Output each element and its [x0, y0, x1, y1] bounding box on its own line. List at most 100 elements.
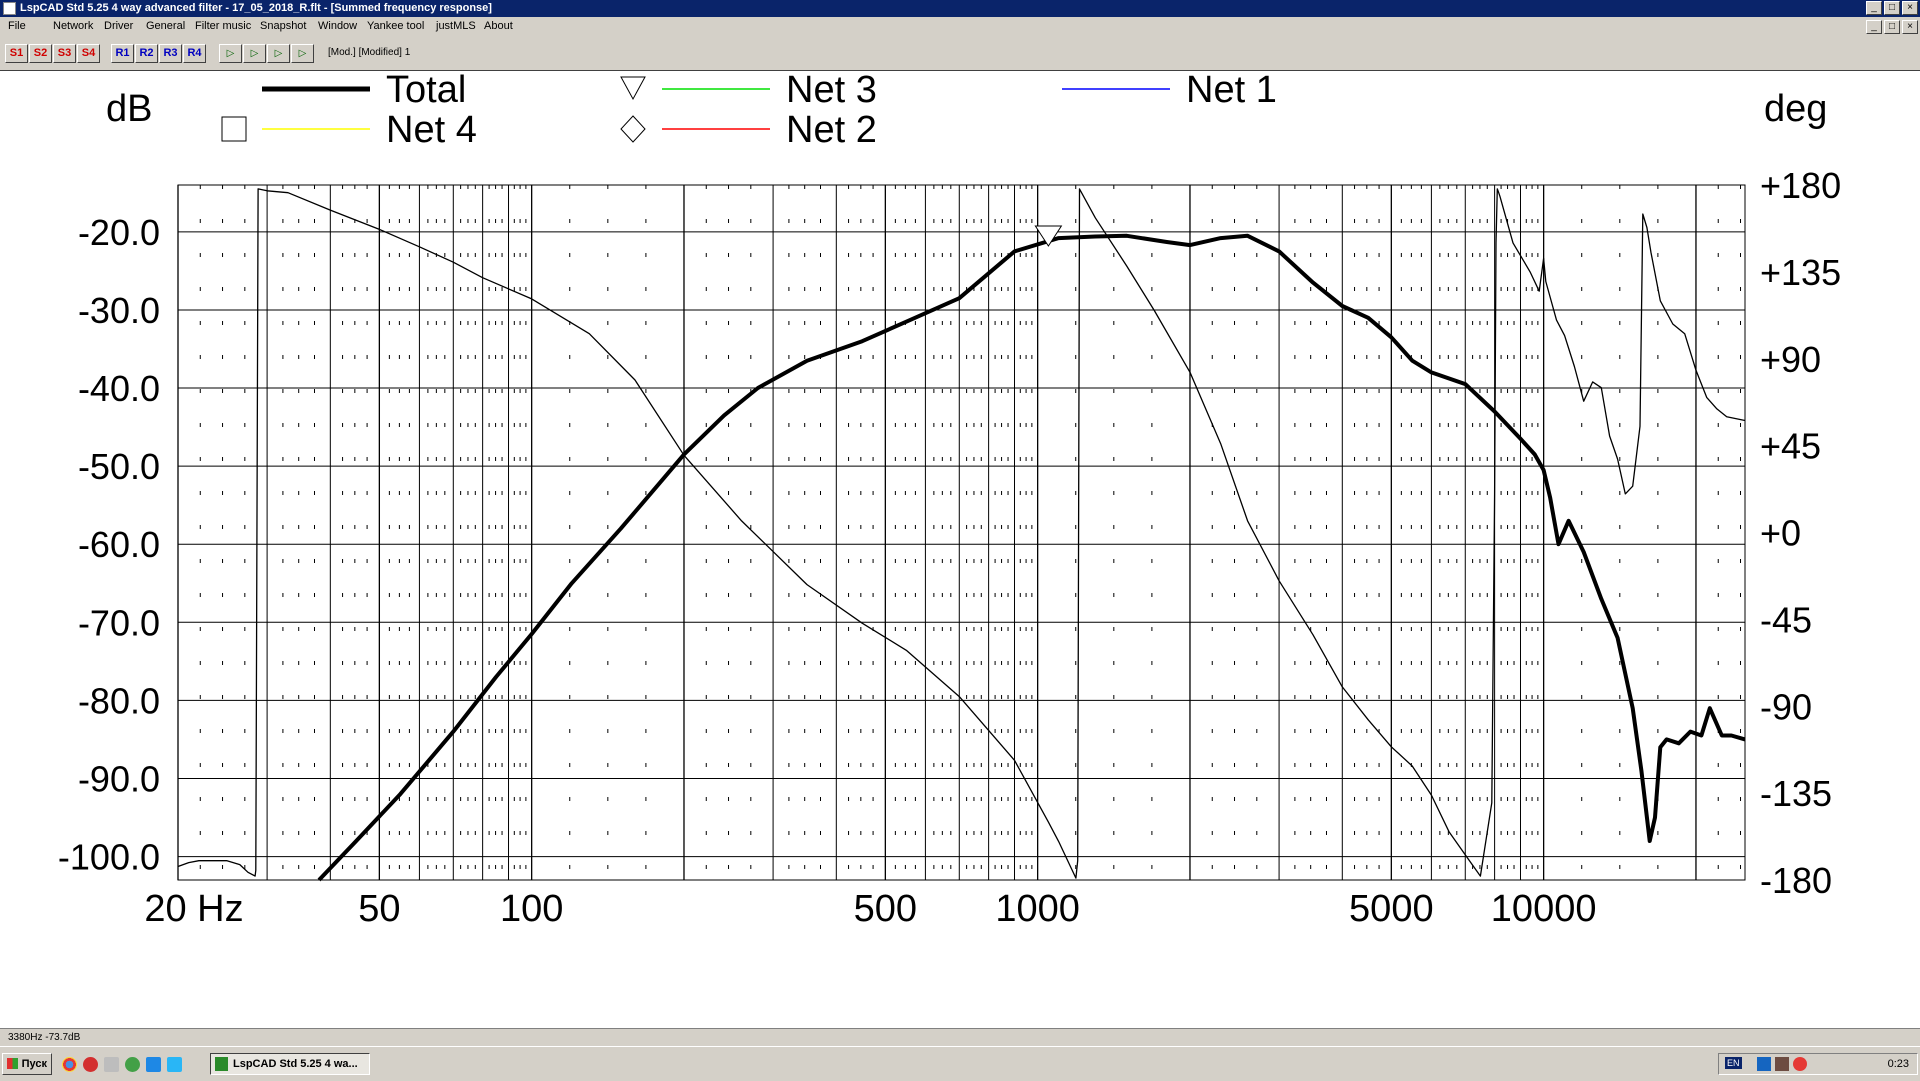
- y-tick-label: -60.0: [78, 524, 160, 565]
- close-button[interactable]: ×: [1902, 1, 1918, 15]
- mdi-restore-button[interactable]: □: [1884, 20, 1900, 34]
- cursor-readout: 3380Hz -73.7dB: [8, 1032, 81, 1043]
- opera-icon[interactable]: [83, 1057, 98, 1072]
- legend-label: Total: [386, 71, 466, 111]
- explorer-icon[interactable]: [167, 1057, 182, 1072]
- window-title: LspCAD Std 5.25 4 way advanced filter - …: [20, 2, 492, 14]
- y-tick-label: -20.0: [78, 212, 160, 253]
- s2-button[interactable]: S2: [29, 44, 52, 63]
- r2-button[interactable]: R2: [135, 44, 158, 63]
- toolbar: S1 S2 S3 S4 R1 R2 R3 R4 ▷ ▷ ▷ ▷ [Mod.] […: [0, 37, 1920, 71]
- menu-general[interactable]: General: [146, 20, 185, 32]
- legend-diamond-icon: [620, 115, 646, 143]
- start-label: Пуск: [21, 1058, 47, 1070]
- y2-tick-label: -135: [1760, 773, 1832, 814]
- menu-driver[interactable]: Driver: [104, 20, 133, 32]
- s1-button[interactable]: S1: [5, 44, 28, 63]
- s3-button[interactable]: S3: [53, 44, 76, 63]
- legend-triangle-icon: [620, 76, 646, 101]
- task-label: LspCAD Std 5.25 4 wa...: [233, 1058, 358, 1070]
- y-axis-label: dB: [106, 88, 152, 130]
- legend-square-icon: [221, 116, 247, 142]
- y-tick-label: -90.0: [78, 758, 160, 799]
- show-desktop-icon[interactable]: [146, 1057, 161, 1072]
- menu-filter-music[interactable]: Filter music: [195, 20, 251, 32]
- legend: TotalNet 4 Net 3Net 2 Net 1: [221, 69, 1277, 151]
- y2-tick-label: +135: [1760, 252, 1841, 293]
- status-bar: 3380Hz -73.7dB: [0, 1028, 1920, 1047]
- play-net4-icon[interactable]: ▷: [291, 44, 314, 63]
- menu-yankee-tool[interactable]: Yankee tool: [367, 20, 424, 32]
- play-net3-icon[interactable]: ▷: [267, 44, 290, 63]
- y-axis-ticks: -20.0 -30.0 -40.0 -50.0 -60.0 -70.0 -80.0 -90.0…: [58, 212, 160, 878]
- x-tick-label: 5000: [1349, 888, 1434, 930]
- maximize-button[interactable]: □: [1884, 1, 1900, 15]
- lspcad-icon: [215, 1057, 228, 1071]
- x-tick-label: 1000: [995, 888, 1080, 930]
- r1-button[interactable]: R1: [111, 44, 134, 63]
- y-tick-label: -100.0: [58, 837, 160, 878]
- menu-about[interactable]: About: [484, 20, 513, 32]
- x-tick-label: 20 Hz: [144, 888, 243, 930]
- y-tick-label: -80.0: [78, 680, 160, 721]
- y-tick-label: -50.0: [78, 446, 160, 487]
- legend-label: Net 3: [786, 71, 877, 111]
- menu-window[interactable]: Window: [318, 20, 357, 32]
- windows-flag-icon: [7, 1058, 18, 1069]
- taskbar: Пуск LspCAD Std 5.25 4 wa... EN 0:23: [0, 1046, 1920, 1081]
- title-bar: LspCAD Std 5.25 4 way advanced filter - …: [0, 0, 1920, 17]
- language-indicator[interactable]: EN: [1725, 1057, 1742, 1069]
- network-icon[interactable]: [1757, 1057, 1771, 1071]
- mdi-minimize-button[interactable]: _: [1866, 20, 1882, 34]
- y2-tick-label: +180: [1760, 165, 1841, 206]
- phase-curve: [177, 188, 1746, 879]
- plot-grid: [177, 184, 1746, 881]
- y-tick-label: -30.0: [78, 290, 160, 331]
- total-curve: [317, 233, 1746, 882]
- menu-snapshot[interactable]: Snapshot: [260, 20, 306, 32]
- update-icon[interactable]: [1793, 1057, 1807, 1071]
- play-net1-icon[interactable]: ▷: [219, 44, 242, 63]
- window-controls: _ □ ×: [1866, 1, 1918, 15]
- x-tick-label: 50: [358, 888, 400, 930]
- y2-tick-label: +45: [1760, 426, 1821, 467]
- y-tick-label: -40.0: [78, 368, 160, 409]
- skype-icon[interactable]: [125, 1057, 140, 1072]
- x-tick-label: 10000: [1491, 888, 1597, 930]
- legend-label: Net 1: [1186, 71, 1277, 111]
- volume-icon[interactable]: [1775, 1057, 1789, 1071]
- chrome-icon[interactable]: [62, 1057, 77, 1072]
- plot-frame: [177, 184, 1746, 881]
- x-tick-label: 500: [854, 888, 917, 930]
- y2-tick-label: -90: [1760, 686, 1812, 727]
- system-tray: EN 0:23: [1718, 1053, 1918, 1075]
- plot-curves: [177, 188, 1746, 882]
- y2-tick-label: +0: [1760, 513, 1801, 554]
- toolbar-status: [Mod.] [Modified] 1: [328, 47, 411, 58]
- clock: 0:23: [1887, 1058, 1909, 1070]
- x-tick-label: 100: [500, 888, 563, 930]
- task-lspcad[interactable]: LspCAD Std 5.25 4 wa...: [210, 1053, 370, 1075]
- y2-axis-label: deg: [1764, 88, 1827, 130]
- r3-button[interactable]: R3: [159, 44, 182, 63]
- app-icon: [3, 2, 16, 15]
- minimize-button[interactable]: _: [1866, 1, 1882, 15]
- start-button[interactable]: Пуск: [2, 1053, 52, 1075]
- plot-area[interactable]: -20.0 -30.0 -40.0 -50.0 -60.0 -70.0 -80.0 -90.0…: [0, 69, 1920, 1029]
- menu-justmls[interactable]: justMLS: [436, 20, 476, 32]
- y2-axis-ticks: +180 +135 +90 +45 +0 -45 -90 -135 -180: [1760, 165, 1841, 901]
- mdi-controls: _ □ ×: [1866, 20, 1918, 34]
- menu-file[interactable]: File: [8, 20, 26, 32]
- y2-tick-label: +90: [1760, 339, 1821, 380]
- y-tick-label: -70.0: [78, 602, 160, 643]
- menu-network[interactable]: Network: [53, 20, 93, 32]
- play-net2-icon[interactable]: ▷: [243, 44, 266, 63]
- calculator-icon[interactable]: [104, 1057, 119, 1072]
- r4-button[interactable]: R4: [183, 44, 206, 63]
- s4-button[interactable]: S4: [77, 44, 100, 63]
- mdi-close-button[interactable]: ×: [1902, 20, 1918, 34]
- legend-label: Net 4: [386, 109, 477, 151]
- y2-tick-label: -45: [1760, 599, 1812, 640]
- frequency-response-chart[interactable]: -20.0 -30.0 -40.0 -50.0 -60.0 -70.0 -80.0 -90.0…: [0, 69, 1920, 1029]
- y2-tick-label: -180: [1760, 860, 1832, 901]
